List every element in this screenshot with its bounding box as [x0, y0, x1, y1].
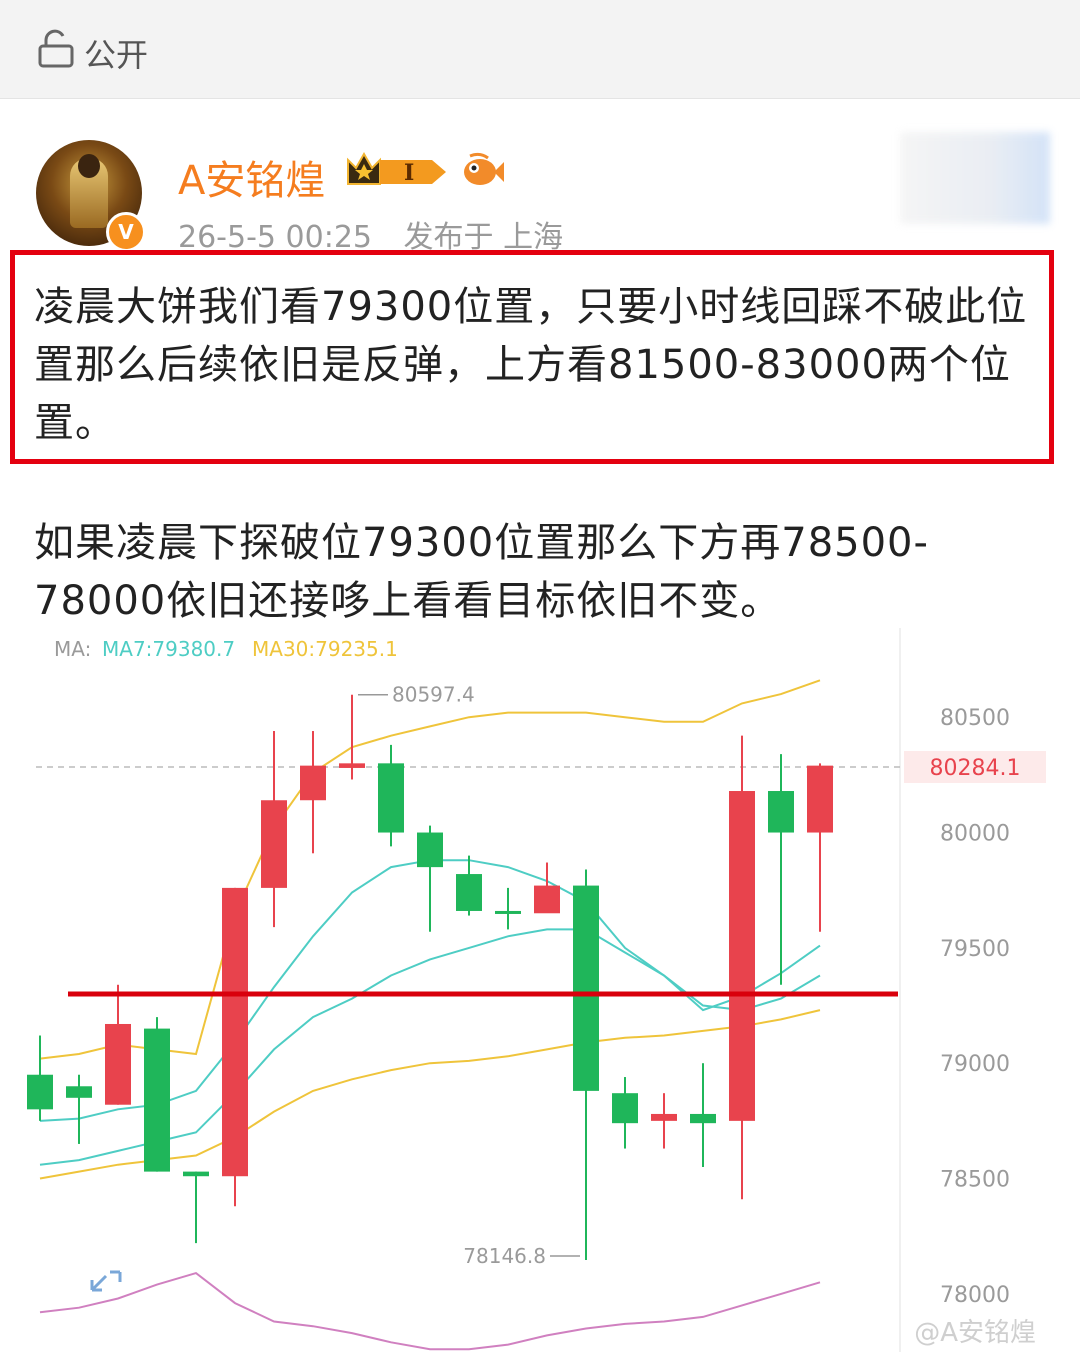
blurred-region: [900, 132, 1050, 224]
lock-open-icon: [38, 29, 74, 68]
y-tick-label: 79000: [940, 1052, 1010, 1077]
author-name[interactable]: A安铭煌: [178, 148, 325, 206]
ma30-legend: MA30:79235.1: [252, 637, 398, 661]
candle-body: [27, 1074, 53, 1110]
y-tick-label: 80500: [940, 706, 1010, 731]
candle-body: [651, 1113, 677, 1121]
badge-level-text: I: [404, 160, 414, 186]
fish-emoji-icon: [464, 152, 504, 185]
post-paragraph-1: 凌晨大饼我们看79300位置，只要小时线回踩不破此位置那么后续依旧是反弹，上方看…: [34, 284, 1028, 446]
candlestick-chart[interactable]: MA: MA7:79380.7 MA30:79235.1 80500 80000 7…: [0, 628, 1080, 1352]
visibility-bar[interactable]: 公开: [0, 0, 1080, 99]
crown-level-badge-icon: I: [347, 151, 446, 186]
candle-body: [378, 763, 404, 833]
ma7-legend: MA7:79380.7: [102, 637, 235, 661]
candle-body: [144, 1028, 170, 1172]
candle-body: [612, 1093, 638, 1124]
candle-body: [261, 800, 287, 888]
candle-body: [534, 885, 560, 914]
lower-band-line: [39, 1271, 821, 1351]
candle-body: [183, 1171, 209, 1177]
ma-legend-prefix: MA:: [54, 637, 91, 661]
candle-body: [417, 832, 443, 868]
current-price-label: 80284.1: [930, 756, 1021, 781]
high-annotation: 80597.4: [392, 683, 475, 707]
candle-body: [729, 791, 755, 1121]
visibility-label: 公开: [84, 36, 149, 74]
verified-badge-icon: V: [106, 212, 146, 252]
y-tick-label: 79500: [940, 937, 1010, 962]
candle-body: [573, 885, 599, 1091]
candle-body: [222, 887, 248, 1177]
weibo-watermark: @A安铭煌: [914, 1318, 1036, 1348]
candle-body: [456, 874, 482, 911]
expand-icon[interactable]: [90, 1270, 122, 1292]
y-tick-label: 78000: [940, 1283, 1010, 1308]
candle-body: [807, 765, 833, 833]
candle-body: [66, 1086, 92, 1098]
candle-body: [495, 910, 521, 914]
candle-body: [300, 765, 326, 801]
candle-body: [690, 1113, 716, 1124]
post-paragraph-2: 如果凌晨下探破位79300位置那么下方再78500-78000依旧还接哆上看看目…: [34, 520, 929, 624]
candle-body: [105, 1023, 131, 1105]
candle-body: [768, 791, 794, 833]
candle-body: [339, 763, 365, 768]
y-tick-label: 80000: [940, 822, 1010, 847]
low-annotation: 78146.8: [463, 1244, 546, 1268]
y-tick-label: 78500: [940, 1168, 1010, 1193]
